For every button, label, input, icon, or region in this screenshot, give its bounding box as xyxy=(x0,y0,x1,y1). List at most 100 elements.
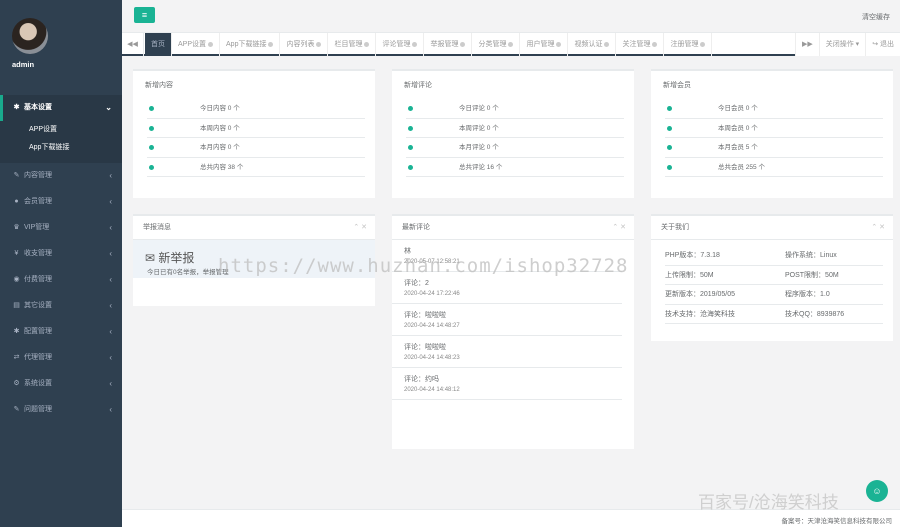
tab-label: 视频认证 xyxy=(574,41,603,48)
about-row: 上传限制：50M POST限制：50M xyxy=(665,266,883,285)
sidebar: admin ✱ 基本设置 ⌄ APP设置 App下载链接 ✎ 内容管理 ‹ ● 会员管理 ‹ ♛ VIP… xyxy=(0,0,122,527)
close-icon[interactable] xyxy=(316,41,322,47)
close-icon[interactable] xyxy=(556,41,562,47)
username[interactable]: admin xyxy=(12,60,34,69)
avatar[interactable] xyxy=(12,18,48,54)
about-value: POST限制：50M xyxy=(785,271,839,279)
tab-2[interactable]: App下载链接 xyxy=(220,33,281,56)
chevron-icon: ‹ xyxy=(109,197,112,206)
stat-card-title: 新增会员 xyxy=(663,82,691,89)
sidebar-item-6[interactable]: ▤ 其它设置 ‹ xyxy=(0,293,122,319)
chevron-icon: ‹ xyxy=(109,353,112,362)
close-icon[interactable] xyxy=(208,41,214,47)
comment-item: 评论：啦啦啦 2020-04-24 14:48:27 xyxy=(392,304,622,336)
close-icon[interactable] xyxy=(412,41,418,47)
sidebar-item-9[interactable]: ⚙ 系统设置 ‹ xyxy=(0,371,122,397)
sidebar-item-2[interactable]: ● 会员管理 ‹ xyxy=(0,189,122,215)
sidebar-item-label: 付费管理 xyxy=(24,276,52,283)
panel-tools-icon[interactable]: ⌃ ✕ xyxy=(871,216,885,240)
latest-comments-panel: 最新评论 ⌃ ✕ 林 2020-05-07 12:58:21 评论：2 2020-04… xyxy=(392,214,634,449)
sidebar-subitem[interactable]: App下载链接 xyxy=(0,139,122,157)
sidebar-item-1[interactable]: ✎ 内容管理 ‹ xyxy=(0,163,122,189)
about-list: PHP版本：7.3.18 操作系统：Linux 上传限制：50M POST限制：50M… xyxy=(651,240,893,324)
tab-label: 注册管理 xyxy=(670,41,699,48)
tab-4[interactable]: 栏目管理 xyxy=(328,33,377,56)
tab-8[interactable]: 用户管理 xyxy=(520,33,569,56)
close-icon[interactable] xyxy=(700,41,706,47)
tabs-next-icon[interactable]: ▶▶ xyxy=(794,33,819,56)
sidebar-item-7[interactable]: ✱ 配置管理 ‹ xyxy=(0,319,122,345)
close-icon[interactable] xyxy=(268,41,274,47)
about-row: 更新版本：2019/05/05 程序版本：1.0 xyxy=(665,285,883,305)
tabs-prev-icon[interactable]: ◀◀ xyxy=(122,33,144,56)
tab-7[interactable]: 分类管理 xyxy=(472,33,521,56)
gear-icon: ✱ xyxy=(13,104,20,111)
sidebar-item-8[interactable]: ⇄ 代理管理 ‹ xyxy=(0,345,122,371)
close-operations-dropdown[interactable]: 关闭操作 ▾ xyxy=(818,33,865,56)
sidebar-item-4[interactable]: ¥ 收支管理 ‹ xyxy=(0,241,122,267)
chevron-icon: ‹ xyxy=(109,405,112,414)
sidebar-item-label: 内容管理 xyxy=(24,172,52,179)
tab-label: App下载链接 xyxy=(226,41,267,48)
panel-tools-icon[interactable]: ⌃ ✕ xyxy=(353,216,367,240)
bullet-icon xyxy=(149,145,154,150)
tab-5[interactable]: 评论管理 xyxy=(376,33,425,56)
tabs-bar: ◀◀ 首页 APP设置 App下载链接 内容列表 栏目管理 评论管理 举报管理 分类管理 用户管… xyxy=(122,33,900,56)
bullet-icon xyxy=(667,145,672,150)
about-value: 操作系统：Linux xyxy=(785,252,837,259)
brand-watermark: 百家号/沧海笑科技 xyxy=(698,493,839,512)
clear-cache-link[interactable]: 清空缓存 xyxy=(862,12,890,22)
chevron-icon: ‹ xyxy=(109,379,112,388)
stat-row: 今日会员 0 个 xyxy=(665,99,883,119)
report-summary[interactable]: 今日已有0名举报，举报管理 xyxy=(147,266,229,276)
sidebar-item-label: 基本设置 xyxy=(24,104,52,111)
tab-1[interactable]: APP设置 xyxy=(172,33,221,56)
stat-text: 今日会员 0 个 xyxy=(718,105,758,112)
tab-3[interactable]: 内容列表 xyxy=(280,33,329,56)
close-icon[interactable] xyxy=(604,41,610,47)
comment-text: 评论：啦啦啦 xyxy=(404,344,446,351)
tab-label: 关注管理 xyxy=(622,41,651,48)
close-icon[interactable] xyxy=(460,41,466,47)
tab-label: 栏目管理 xyxy=(334,41,363,48)
chat-icon[interactable]: ☺ xyxy=(866,480,888,502)
profile: admin xyxy=(0,0,122,95)
chevron-icon: ‹ xyxy=(109,171,112,180)
config-icon: ✱ xyxy=(13,328,20,335)
about-panel: 关于我们 ⌃ ✕ PHP版本：7.3.18 操作系统：Linux 上传限制：50M P… xyxy=(651,214,893,341)
tab-0[interactable]: 首页 xyxy=(145,33,172,56)
menu-toggle-button[interactable]: ≡ xyxy=(134,7,155,23)
about-row: 技术支持：沧海笑科技 技术QQ：8939876 xyxy=(665,305,883,324)
comment-text: 评论：2 xyxy=(404,280,429,287)
tab-9[interactable]: 视频认证 xyxy=(568,33,617,56)
tab-10[interactable]: 关注管理 xyxy=(616,33,665,56)
sidebar-item-10[interactable]: ✎ 问题管理 ‹ xyxy=(0,397,122,423)
sidebar-item-0[interactable]: ✱ 基本设置 ⌄ xyxy=(0,95,122,121)
tab-label: 评论管理 xyxy=(382,41,411,48)
logout-button[interactable]: ↪ 退出 xyxy=(865,33,900,56)
close-icon[interactable] xyxy=(652,41,658,47)
tab-6[interactable]: 举报管理 xyxy=(424,33,473,56)
stat-card: 新增内容 今日内容 0 个本周内容 0 个本月内容 0 个总共内容 38 个 xyxy=(133,69,375,198)
hamburger-icon: ≡ xyxy=(141,10,148,20)
chevron-icon: ‹ xyxy=(109,301,112,310)
close-icon[interactable] xyxy=(364,41,370,47)
url-watermark: https://www.huzhan.com/ishop32728 xyxy=(218,255,629,277)
stat-row: 本周评论 0 个 xyxy=(406,119,624,138)
top-bar: ≡ 清空缓存 xyxy=(122,0,900,33)
chevron-icon: ‹ xyxy=(109,223,112,232)
bullet-icon xyxy=(149,106,154,111)
panel-tools-icon[interactable]: ⌃ ✕ xyxy=(612,216,626,240)
report-panel-title: 举报消息 xyxy=(133,216,375,240)
close-icon[interactable] xyxy=(508,41,514,47)
tab-11[interactable]: 注册管理 xyxy=(664,33,713,56)
edit-icon: ✎ xyxy=(13,172,20,179)
stat-row: 总共评论 16 个 xyxy=(406,158,624,177)
bullet-icon xyxy=(667,125,672,131)
sidebar-item-3[interactable]: ♛ VIP管理 ‹ xyxy=(0,215,122,241)
sidebar-item-label: 系统设置 xyxy=(24,380,52,387)
sidebar-item-5[interactable]: ◉ 付费管理 ‹ xyxy=(0,267,122,293)
sidebar-subitem[interactable]: APP设置 xyxy=(0,121,122,139)
money-icon: ¥ xyxy=(14,250,19,257)
stat-card-title: 新增内容 xyxy=(145,82,173,89)
